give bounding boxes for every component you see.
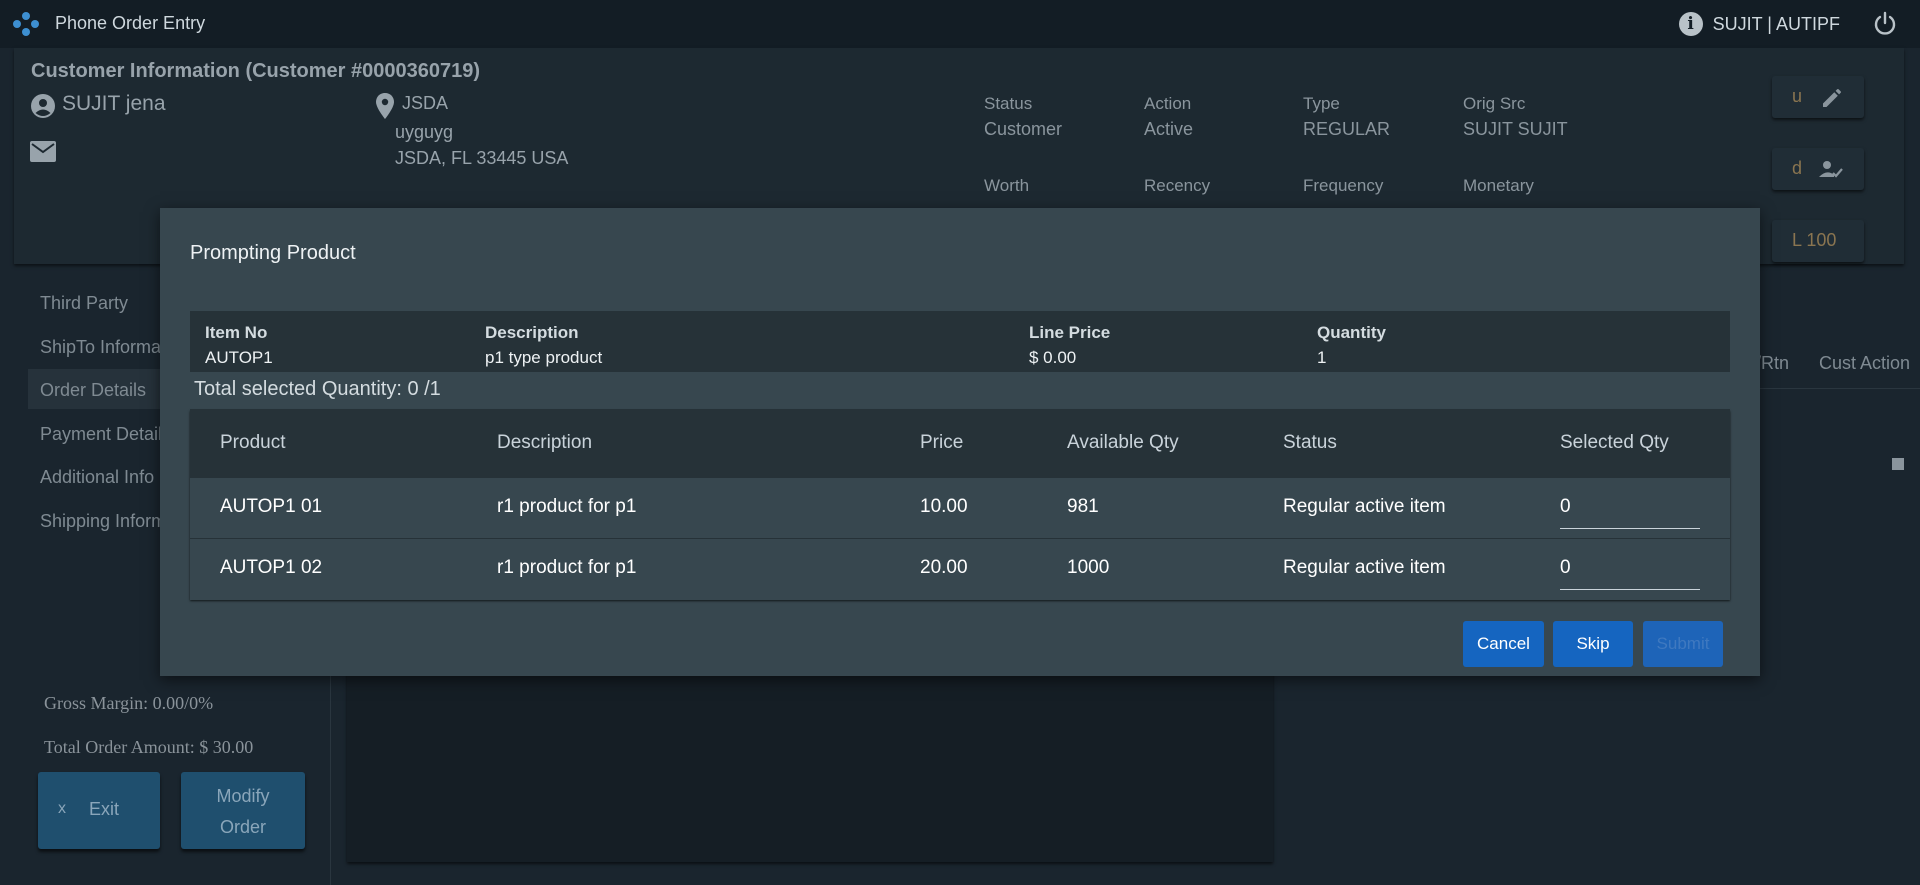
line-price-label: Line Price bbox=[1029, 323, 1111, 342]
order-content-panel bbox=[347, 670, 1273, 862]
nav-item-label: Shipping Inform bbox=[40, 511, 167, 531]
account-circle-icon bbox=[31, 94, 55, 118]
cell-available-qty: 981 bbox=[1067, 496, 1099, 517]
modify-order-button[interactable]: Modify Order bbox=[181, 772, 305, 849]
address-name: JSDA bbox=[402, 93, 449, 113]
customer-verify-button[interactable]: d bbox=[1772, 148, 1864, 190]
stat-label-type: Type bbox=[1303, 94, 1340, 113]
cell-status: Regular active item bbox=[1283, 557, 1446, 578]
side-button-label: L 100 bbox=[1792, 230, 1837, 250]
prompt-item-summary: Item No AUTOP1 Description p1 type produ… bbox=[190, 311, 1730, 372]
address-line-2: JSDA, FL 33445 USA bbox=[395, 148, 569, 168]
cell-available-qty: 1000 bbox=[1067, 557, 1110, 578]
info-icon[interactable]: i bbox=[1678, 12, 1703, 36]
cell-description: r1 product for p1 bbox=[497, 557, 637, 578]
scroll-handle[interactable] bbox=[1892, 458, 1904, 470]
tab-rtn[interactable]: /Rtn bbox=[1756, 353, 1789, 374]
table-row: AUTOP1 01 r1 product for p1 10.00 981 Re… bbox=[190, 477, 1730, 538]
customer-info-heading: Customer Information (Customer #00003607… bbox=[31, 60, 481, 82]
app-title: Phone Order Entry bbox=[55, 13, 206, 33]
person-check-icon bbox=[1819, 161, 1843, 178]
stat-label-recency: Recency bbox=[1144, 176, 1211, 195]
customer-name: SUJIT jena bbox=[62, 92, 166, 115]
edit-customer-button[interactable]: u bbox=[1772, 76, 1864, 118]
skip-button[interactable]: Skip bbox=[1553, 621, 1633, 667]
cancel-button[interactable]: Cancel bbox=[1463, 621, 1544, 667]
stat-value-status: Customer bbox=[984, 119, 1063, 139]
item-no-label: Item No bbox=[205, 323, 268, 342]
cell-status: Regular active item bbox=[1283, 496, 1446, 517]
stat-value-type: REGULAR bbox=[1303, 119, 1391, 139]
nav-item-label: ShipTo Informa bbox=[40, 337, 162, 357]
table-row: AUTOP1 02 r1 product for p1 20.00 1000 R… bbox=[190, 538, 1730, 600]
close-icon: x bbox=[58, 800, 66, 817]
nav-item-label: Additional Info bbox=[40, 467, 155, 487]
line-price-value: $ 0.00 bbox=[1029, 348, 1077, 367]
address-line-1: uyguyg bbox=[395, 122, 454, 142]
stat-value-orig-src: SUJIT SUJIT bbox=[1463, 119, 1568, 139]
stat-label-monetary: Monetary bbox=[1463, 176, 1534, 195]
app-logo-icon bbox=[13, 12, 39, 36]
stat-label-worth: Worth bbox=[984, 176, 1030, 195]
submit-button[interactable]: Submit bbox=[1643, 621, 1723, 667]
top-app-bar: Phone Order Entry i SUJIT | AUTIPF bbox=[0, 0, 1920, 48]
side-button-label: d bbox=[1792, 158, 1803, 178]
stat-label-status: Status bbox=[984, 94, 1033, 113]
stat-label-frequency: Frequency bbox=[1303, 176, 1384, 195]
column-header-selected-qty: Selected Qty bbox=[1560, 432, 1669, 453]
gross-margin: Gross Margin: 0.00/0% bbox=[44, 693, 214, 713]
cell-price: 10.00 bbox=[920, 496, 968, 517]
prompting-product-dialog: Prompting Product Item No AUTOP1 Descrip… bbox=[160, 208, 1760, 676]
exit-button[interactable]: x Exit bbox=[38, 772, 160, 849]
nav-item-label: Order Details bbox=[40, 380, 147, 400]
mail-icon[interactable] bbox=[30, 141, 56, 162]
nav-item-label: Third Party bbox=[40, 293, 129, 313]
user-label: SUJIT | AUTIPF bbox=[1712, 13, 1840, 34]
column-header-available-qty: Available Qty bbox=[1067, 432, 1179, 453]
item-no-value: AUTOP1 bbox=[205, 348, 273, 367]
selected-qty-input[interactable] bbox=[1560, 551, 1700, 590]
limit-button[interactable]: L 100 bbox=[1772, 220, 1864, 262]
cell-product: AUTOP1 01 bbox=[220, 496, 323, 517]
modify-button-line2: Order bbox=[219, 817, 266, 837]
total-selected-quantity: Total selected Quantity: 0 /1 bbox=[194, 378, 441, 400]
column-header-product: Product bbox=[220, 432, 286, 453]
cell-description: r1 product for p1 bbox=[497, 496, 637, 517]
total-order-amount: Total Order Amount: $ 30.00 bbox=[44, 737, 254, 757]
description-label: Description bbox=[485, 323, 579, 342]
product-options-table: Product Description Price Available Qty … bbox=[190, 409, 1730, 600]
stat-label-orig-src: Orig Src bbox=[1463, 94, 1526, 113]
quantity-value: 1 bbox=[1317, 348, 1327, 367]
cell-product: AUTOP1 02 bbox=[220, 557, 323, 578]
cell-price: 20.00 bbox=[920, 557, 968, 578]
side-button-label: u bbox=[1792, 86, 1803, 106]
quantity-label: Quantity bbox=[1317, 323, 1386, 342]
nav-item-label: Payment Detail bbox=[40, 424, 163, 444]
location-pin-icon bbox=[376, 93, 394, 119]
table-header: Product Description Price Available Qty … bbox=[190, 409, 1730, 477]
stat-value-action: Active bbox=[1144, 119, 1194, 139]
edit-icon bbox=[1823, 89, 1841, 107]
stat-label-action: Action bbox=[1144, 94, 1192, 113]
selected-qty-input[interactable] bbox=[1560, 490, 1700, 529]
tab-cust-action[interactable]: Cust Action bbox=[1819, 353, 1910, 374]
column-header-description: Description bbox=[497, 432, 593, 453]
column-header-status: Status bbox=[1283, 432, 1337, 453]
power-icon[interactable] bbox=[1872, 11, 1898, 37]
dialog-title: Prompting Product bbox=[190, 242, 356, 264]
exit-button-label: Exit bbox=[89, 799, 120, 819]
column-header-price: Price bbox=[920, 432, 964, 453]
modify-button-line1: Modify bbox=[216, 786, 270, 806]
description-value: p1 type product bbox=[485, 348, 603, 367]
